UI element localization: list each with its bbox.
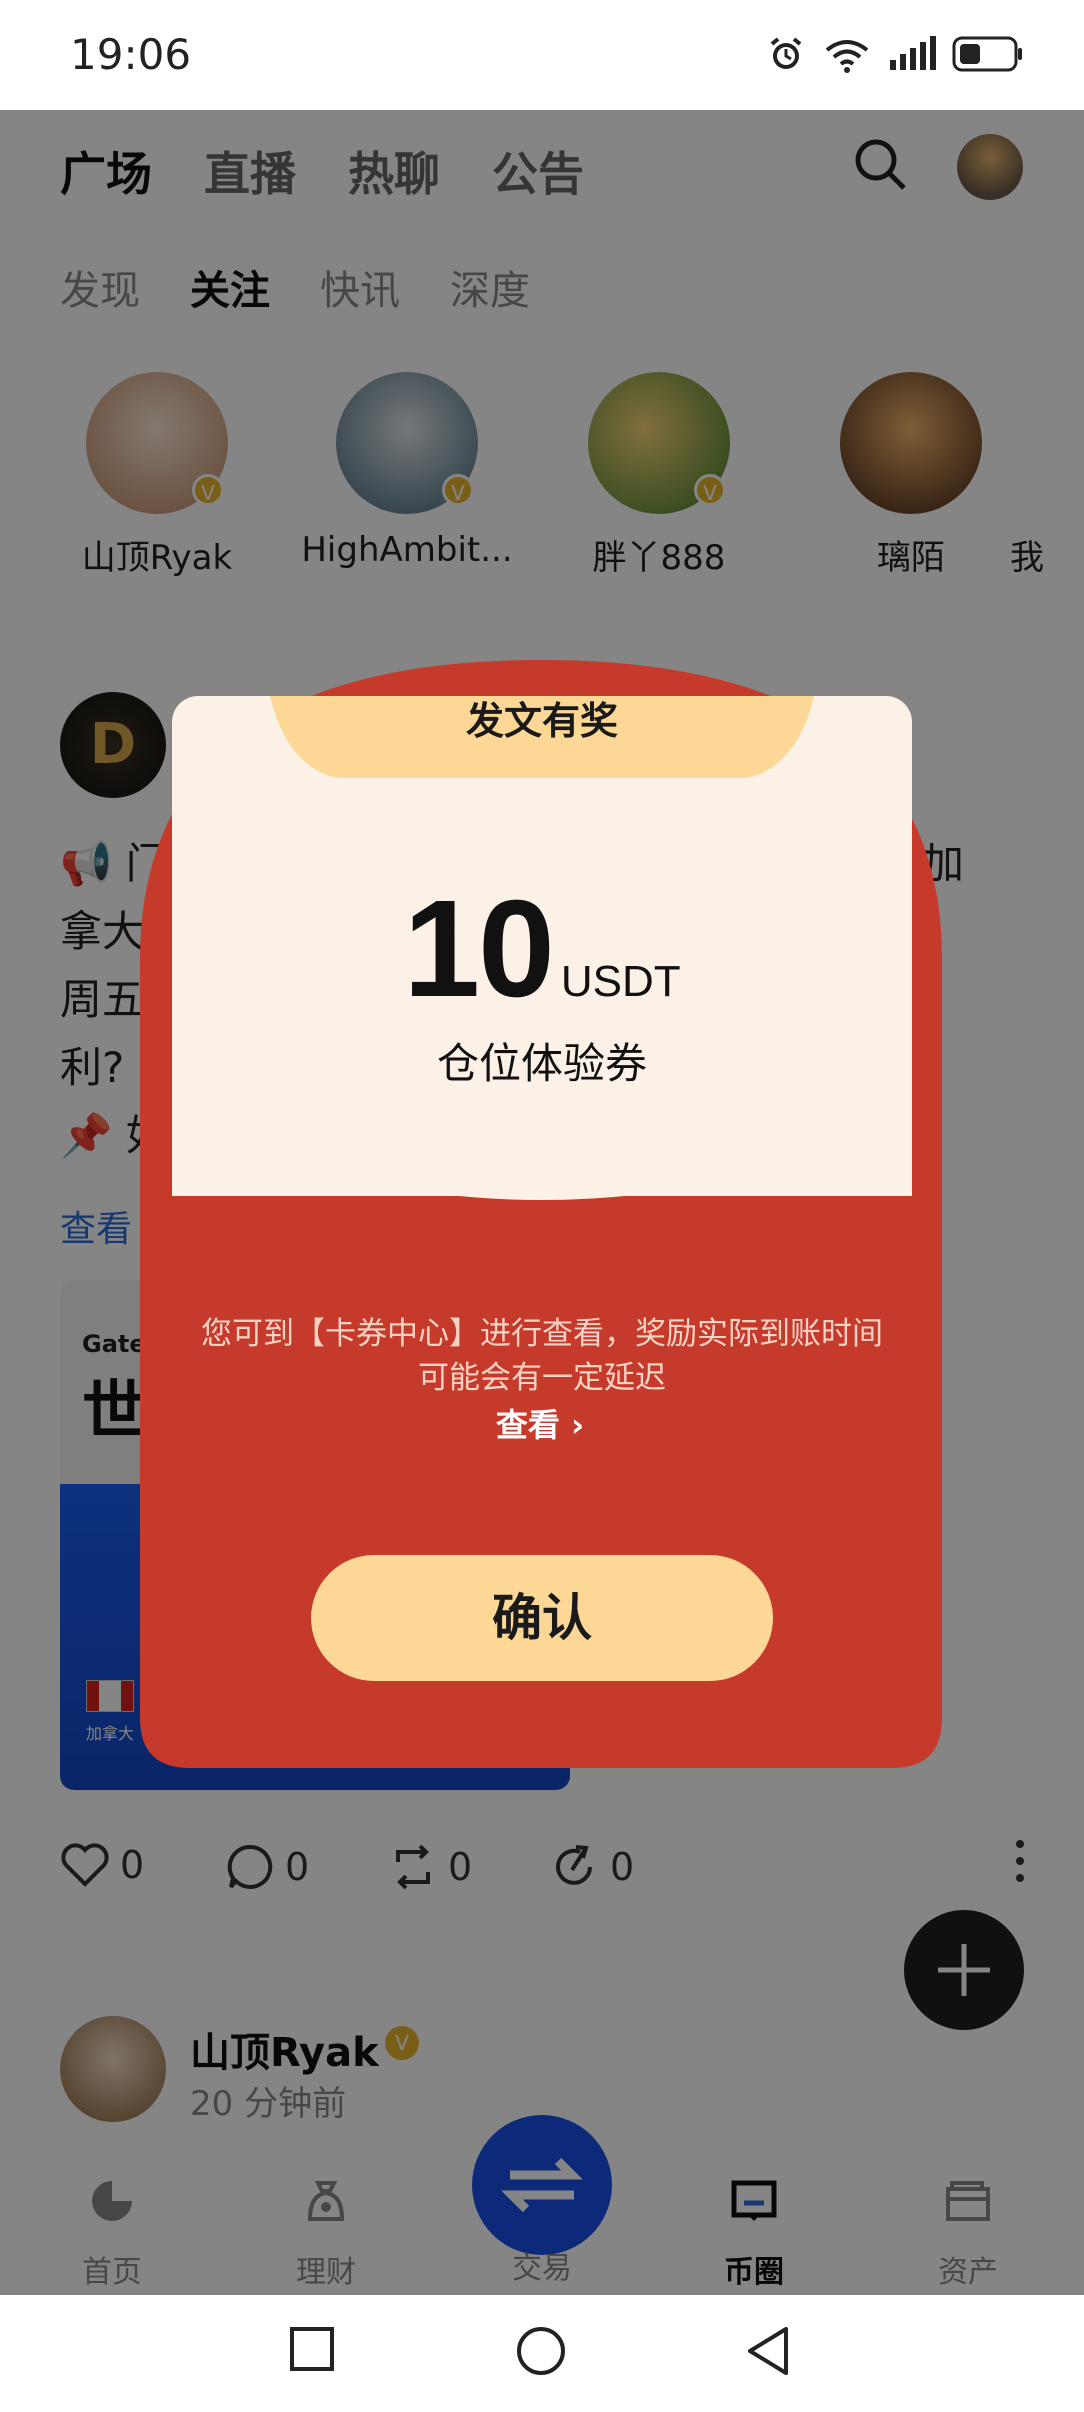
voucher-type: 仓位体验券 — [436, 1039, 647, 1088]
voucher-card-curve — [172, 1120, 912, 1200]
notice-text: 您可到【卡券中心】进行查看，奖励实际到账时间可能会有一定延迟 — [201, 1316, 883, 1396]
status-time: 19:06 — [70, 30, 192, 79]
wifi-icon — [822, 34, 872, 74]
amount-unit: USDT — [560, 957, 681, 1006]
signal-icon — [888, 36, 936, 72]
alarm-icon — [766, 34, 806, 74]
confirm-button[interactable]: 确认 — [311, 1555, 773, 1681]
back-icon[interactable] — [744, 2325, 792, 2381]
chevron-right-icon: › — [570, 1406, 585, 1444]
modal-title: 发文有奖 — [465, 699, 618, 743]
amount-value: 10 — [403, 872, 554, 1026]
home-circle-icon[interactable] — [515, 2325, 567, 2381]
voucher-amount: 10 USDT — [172, 870, 912, 1029]
view-label: 查看 — [495, 1406, 560, 1444]
system-nav-bar — [0, 2295, 1084, 2412]
view-voucher-link[interactable]: 查看 › — [440, 1400, 640, 1446]
status-bar: 19:06 — [0, 0, 1084, 110]
recent-apps-icon[interactable] — [288, 2325, 336, 2377]
status-icons — [766, 34, 1024, 74]
battery-icon — [952, 34, 1024, 74]
